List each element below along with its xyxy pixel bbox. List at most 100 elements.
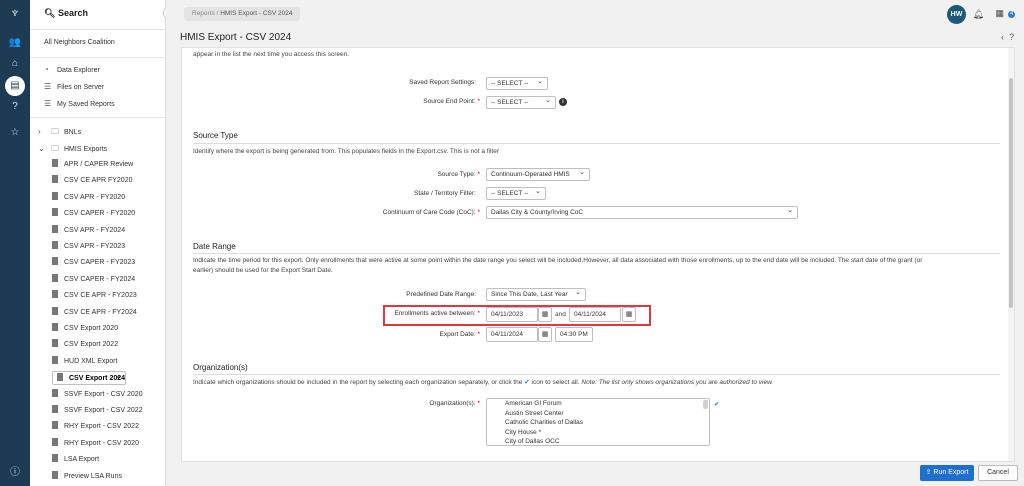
date-range-desc-2: earlier) should be used for the Export S…: [193, 267, 333, 274]
endpoint-select[interactable]: -- SELECT --: [486, 95, 556, 109]
file-icon: [52, 241, 58, 249]
state-label: State / Territory Filter:: [413, 190, 476, 197]
state-select[interactable]: -- SELECT --: [486, 186, 546, 200]
avatar[interactable]: HW: [947, 5, 966, 24]
source-type-label: Source Type: *: [437, 171, 480, 178]
list-item[interactable]: Catholic Charities of Dallas: [496, 418, 709, 428]
info-icon[interactable]: i: [559, 98, 567, 106]
report-item[interactable]: CSV CE APR FY2020: [52, 174, 132, 188]
list-item[interactable]: City House *: [496, 428, 709, 438]
app-rail: ♆ 👥 ⌂ ▤ ? ☆ ⓘ: [0, 0, 30, 486]
folder-icon: 🗀: [51, 144, 59, 153]
select-all-icon[interactable]: ✔: [714, 400, 719, 408]
report-item[interactable]: CSV Export 2024: [52, 370, 127, 386]
report-item[interactable]: CSV APR - FY2024: [52, 224, 125, 238]
list-icon: ☰: [44, 99, 52, 108]
top-bar: Reports / HMIS Export - CSV 2024 HW 🔔︎ ▦…: [166, 0, 1024, 30]
file-icon: [52, 355, 58, 364]
cancel-button[interactable]: Cancel: [978, 465, 1018, 481]
breadcrumb: Reports / HMIS Export - CSV 2024: [184, 7, 301, 21]
saved-settings-select[interactable]: -- SELECT --: [486, 76, 548, 90]
predefined-select[interactable]: Since This Date, Last Year: [486, 287, 586, 301]
saved-settings-label: Saved Report Settings:: [409, 79, 476, 86]
users-icon[interactable]: 👥: [8, 36, 22, 50]
report-item[interactable]: CSV CAPER - FY2024: [52, 273, 135, 287]
question-circle-icon[interactable]: ⓘ: [8, 466, 22, 480]
list-icon: ☰: [44, 82, 52, 91]
report-item[interactable]: RHY Export - CSV 2020: [52, 437, 139, 451]
report-item[interactable]: SSVF Export - CSV 2020: [52, 388, 143, 402]
report-item[interactable]: HUD XML Export: [52, 355, 117, 369]
calendar-icon[interactable]: ▦: [995, 8, 1004, 19]
export-date-input[interactable]: 04/11/2024: [486, 327, 538, 342]
calendar-icon[interactable]: ▦: [622, 307, 636, 322]
intro-text: appear in the list the next time you acc…: [193, 51, 350, 58]
and-text: and: [555, 311, 566, 318]
org-listbox[interactable]: American GI Forum Austin Street Center Cat…: [486, 398, 710, 446]
org-heading: Organization(s): [193, 363, 248, 372]
report-item[interactable]: LSA Export: [52, 453, 99, 467]
help-icon[interactable]: ?: [8, 100, 22, 114]
file-icon: [52, 405, 58, 413]
report-item[interactable]: CSV Export 2020: [52, 322, 118, 336]
notification-badge: 4: [1008, 11, 1015, 18]
report-item[interactable]: CSV CAPER - FY2020: [52, 207, 135, 221]
sidebar-search[interactable]: 🔍︎ Search: [30, 0, 165, 30]
list-item[interactable]: City of Dallas OCC: [496, 437, 709, 445]
report-item[interactable]: CSV CE APR - FY2024: [52, 306, 137, 320]
file-icon: [52, 290, 58, 299]
chevron-left-icon[interactable]: ‹: [1001, 32, 1004, 42]
coc-select[interactable]: Dallas City & County/Irving CoC: [486, 205, 798, 219]
star-icon[interactable]: ☆: [8, 126, 22, 140]
folder-bnls[interactable]: › 🗀 BNLs: [38, 125, 81, 139]
coc-label: Continuum of Care Code (CoC): *: [382, 209, 480, 216]
file-icon: [52, 224, 58, 233]
start-date-input[interactable]: 04/11/2023: [486, 307, 538, 322]
logo-icon[interactable]: ♆: [7, 5, 23, 23]
breadcrumb-root[interactable]: Reports: [192, 10, 215, 17]
file-icon: [52, 175, 58, 184]
end-date-input[interactable]: 04/11/2024: [569, 307, 621, 322]
calendar-icon[interactable]: ▦: [538, 307, 552, 322]
file-icon: [52, 273, 58, 282]
list-item[interactable]: Austin Street Center: [496, 409, 709, 419]
source-type-select[interactable]: Continuum-Operated HMIS: [486, 167, 590, 181]
folder-icon: 🗀: [51, 127, 59, 136]
sidebar-link-my-saved-reports[interactable]: ☰ My Saved Reports: [44, 97, 115, 111]
report-item[interactable]: CSV APR - FY2020: [52, 191, 125, 205]
report-item[interactable]: CSV APR - FY2023: [52, 240, 125, 254]
predefined-label: Predefined Date Range:: [406, 291, 476, 298]
home-icon[interactable]: ⌂: [8, 57, 22, 71]
source-type-heading: Source Type: [193, 131, 238, 140]
help-circle-icon[interactable]: ?: [1009, 32, 1014, 42]
chart-icon: ◔: [44, 65, 49, 74]
export-time-input[interactable]: 04:30 PM: [555, 327, 593, 342]
bell-icon[interactable]: 🔔︎: [973, 9, 984, 20]
scrollbar[interactable]: [703, 400, 708, 409]
file-icon: [57, 373, 63, 382]
list-item[interactable]: American GI Forum: [496, 399, 709, 409]
scrollbar[interactable]: [1008, 48, 1014, 461]
run-export-button[interactable]: ⇪ Run Export: [920, 465, 974, 481]
footer-bar: ⇪ Run Export Cancel: [166, 462, 1024, 486]
report-item[interactable]: CSV CAPER - FY2023: [52, 256, 135, 270]
enrollments-label: Enrollments active between: *: [394, 310, 480, 317]
sidebar-link-data-explorer[interactable]: ◔ Data Explorer: [44, 63, 100, 77]
calendar-icon[interactable]: ▦: [538, 327, 552, 342]
sidebar-link-files-on-server[interactable]: ☰ Files on Server: [44, 80, 104, 94]
report-item[interactable]: SSVF Export - CSV 2022: [52, 404, 143, 418]
report-item[interactable]: RHY Export - CSV 2022: [52, 420, 139, 434]
page-title: HMIS Export - CSV 2024: [180, 32, 292, 43]
folder-hmis-exports[interactable]: ⌄ 🗀 HMIS Exports: [38, 142, 107, 156]
org-label: Organization(s): *: [429, 400, 480, 407]
report-item[interactable]: Preview LSA Runs: [52, 470, 122, 484]
file-icon: [52, 191, 58, 200]
date-range-desc-1: Indicate the time period for this export…: [193, 257, 923, 264]
document-icon[interactable]: ▤: [5, 76, 25, 96]
report-form: appear in the list the next time you acc…: [181, 47, 1015, 462]
report-item[interactable]: CSV Export 2022: [52, 338, 118, 352]
report-item[interactable]: APR / CAPER Review: [52, 158, 133, 172]
page-controls: ‹ ?: [1001, 32, 1014, 42]
file-icon: [52, 159, 58, 167]
report-item[interactable]: CSV CE APR - FY2023: [52, 289, 137, 303]
